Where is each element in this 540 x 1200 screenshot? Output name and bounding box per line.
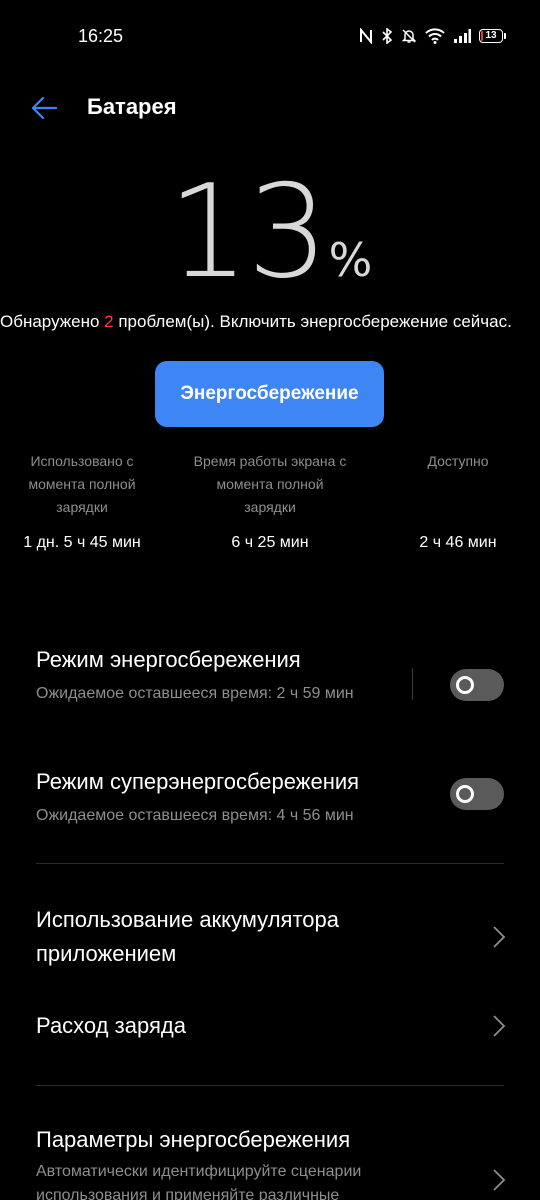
bluetooth-icon: [382, 28, 393, 44]
divider: [36, 863, 504, 864]
power-saving-settings-subtitle: Автоматически идентифицируйте сценарии и…: [36, 1163, 362, 1200]
toggle-knob: [456, 785, 474, 803]
power-saving-subtitle: Ожидаемое оставшееся время: 2 ч 59 мин: [36, 685, 354, 702]
status-bar: 16:25 13: [0, 0, 540, 72]
battery-nub: [504, 33, 506, 39]
stat-label: Время работы экрана с момента полной зар…: [193, 453, 347, 515]
super-power-saving-toggle[interactable]: [450, 778, 504, 810]
super-power-saving-subtitle: Ожидаемое оставшееся время: 4 ч 56 мин: [36, 807, 354, 824]
battery-level-text: 13: [485, 30, 497, 41]
back-button[interactable]: [30, 94, 60, 122]
status-time: 16:25: [78, 26, 124, 46]
power-saving-toggle[interactable]: [450, 669, 504, 701]
wifi-icon: [425, 28, 445, 44]
chevron-right-icon: [493, 1015, 506, 1037]
stat-value: 6 ч 25 мин: [231, 534, 309, 551]
power-saving-settings-item[interactable]: Параметры энергосбережения Автоматически…: [36, 1126, 506, 1200]
stat-screen-time: Время работы экрана с момента полной зар…: [190, 450, 350, 551]
chevron-right-icon: [493, 926, 506, 948]
divider: [36, 1085, 504, 1086]
arrow-left-icon: [31, 96, 58, 120]
signal-icon: [454, 29, 471, 43]
battery-percent: 13%: [0, 168, 540, 298]
stat-value: 2 ч 46 мин: [419, 534, 497, 551]
power-saving-row[interactable]: Режим энергосбережения Ожидаемое оставше…: [36, 646, 386, 706]
battery-screen: 16:25 13 Батарея 13% Обнаружено 2 пробле…: [0, 0, 540, 1200]
power-saving-button[interactable]: Энергосбережение: [155, 361, 384, 427]
row-divider: [412, 668, 413, 700]
mute-bell-icon: [401, 29, 417, 43]
stat-value: 1 дн. 5 ч 45 мин: [23, 534, 141, 551]
page-title: Батарея: [87, 94, 177, 119]
battery-percent-value: 13: [167, 158, 329, 307]
header: Батарея: [0, 80, 540, 136]
nfc-icon: [360, 28, 372, 44]
stat-label: Доступно: [427, 453, 489, 469]
stat-available: Доступно 2 ч 46 мин: [400, 450, 516, 551]
battery-percent-sign: %: [328, 233, 373, 287]
toggle-knob: [456, 676, 474, 694]
super-power-saving-title: Режим суперэнергосбережения: [36, 769, 360, 794]
battery-icon: 13: [479, 29, 503, 43]
charge-consumption-label: Расход заряда: [36, 1013, 186, 1038]
app-battery-usage-item[interactable]: Использование аккумулятора приложением: [36, 903, 506, 973]
power-saving-title: Режим энергосбережения: [36, 647, 301, 672]
stat-label: Использовано с момента полной зарядки: [28, 453, 136, 515]
problems-message: Обнаружено 2 проблем(ы). Включить энерго…: [0, 310, 540, 334]
problems-count: 2: [104, 312, 114, 331]
super-power-saving-row[interactable]: Режим суперэнергосбережения Ожидаемое ос…: [36, 768, 436, 828]
usage-stats: Использовано с момента полной зарядки 1 …: [0, 450, 540, 560]
app-battery-usage-label: Использование аккумулятора приложением: [36, 907, 339, 966]
status-icons: 13: [359, 24, 506, 48]
chevron-right-icon: [493, 1169, 506, 1191]
power-saving-settings-title: Параметры энергосбережения: [36, 1127, 351, 1152]
problems-prefix: Обнаружено: [0, 312, 105, 331]
charge-consumption-item[interactable]: Расход заряда: [36, 1009, 506, 1049]
stat-since-full-charge: Использовано с момента полной зарядки 1 …: [16, 450, 148, 551]
problems-suffix: проблем(ы). Включить энергосбережение се…: [113, 312, 512, 331]
